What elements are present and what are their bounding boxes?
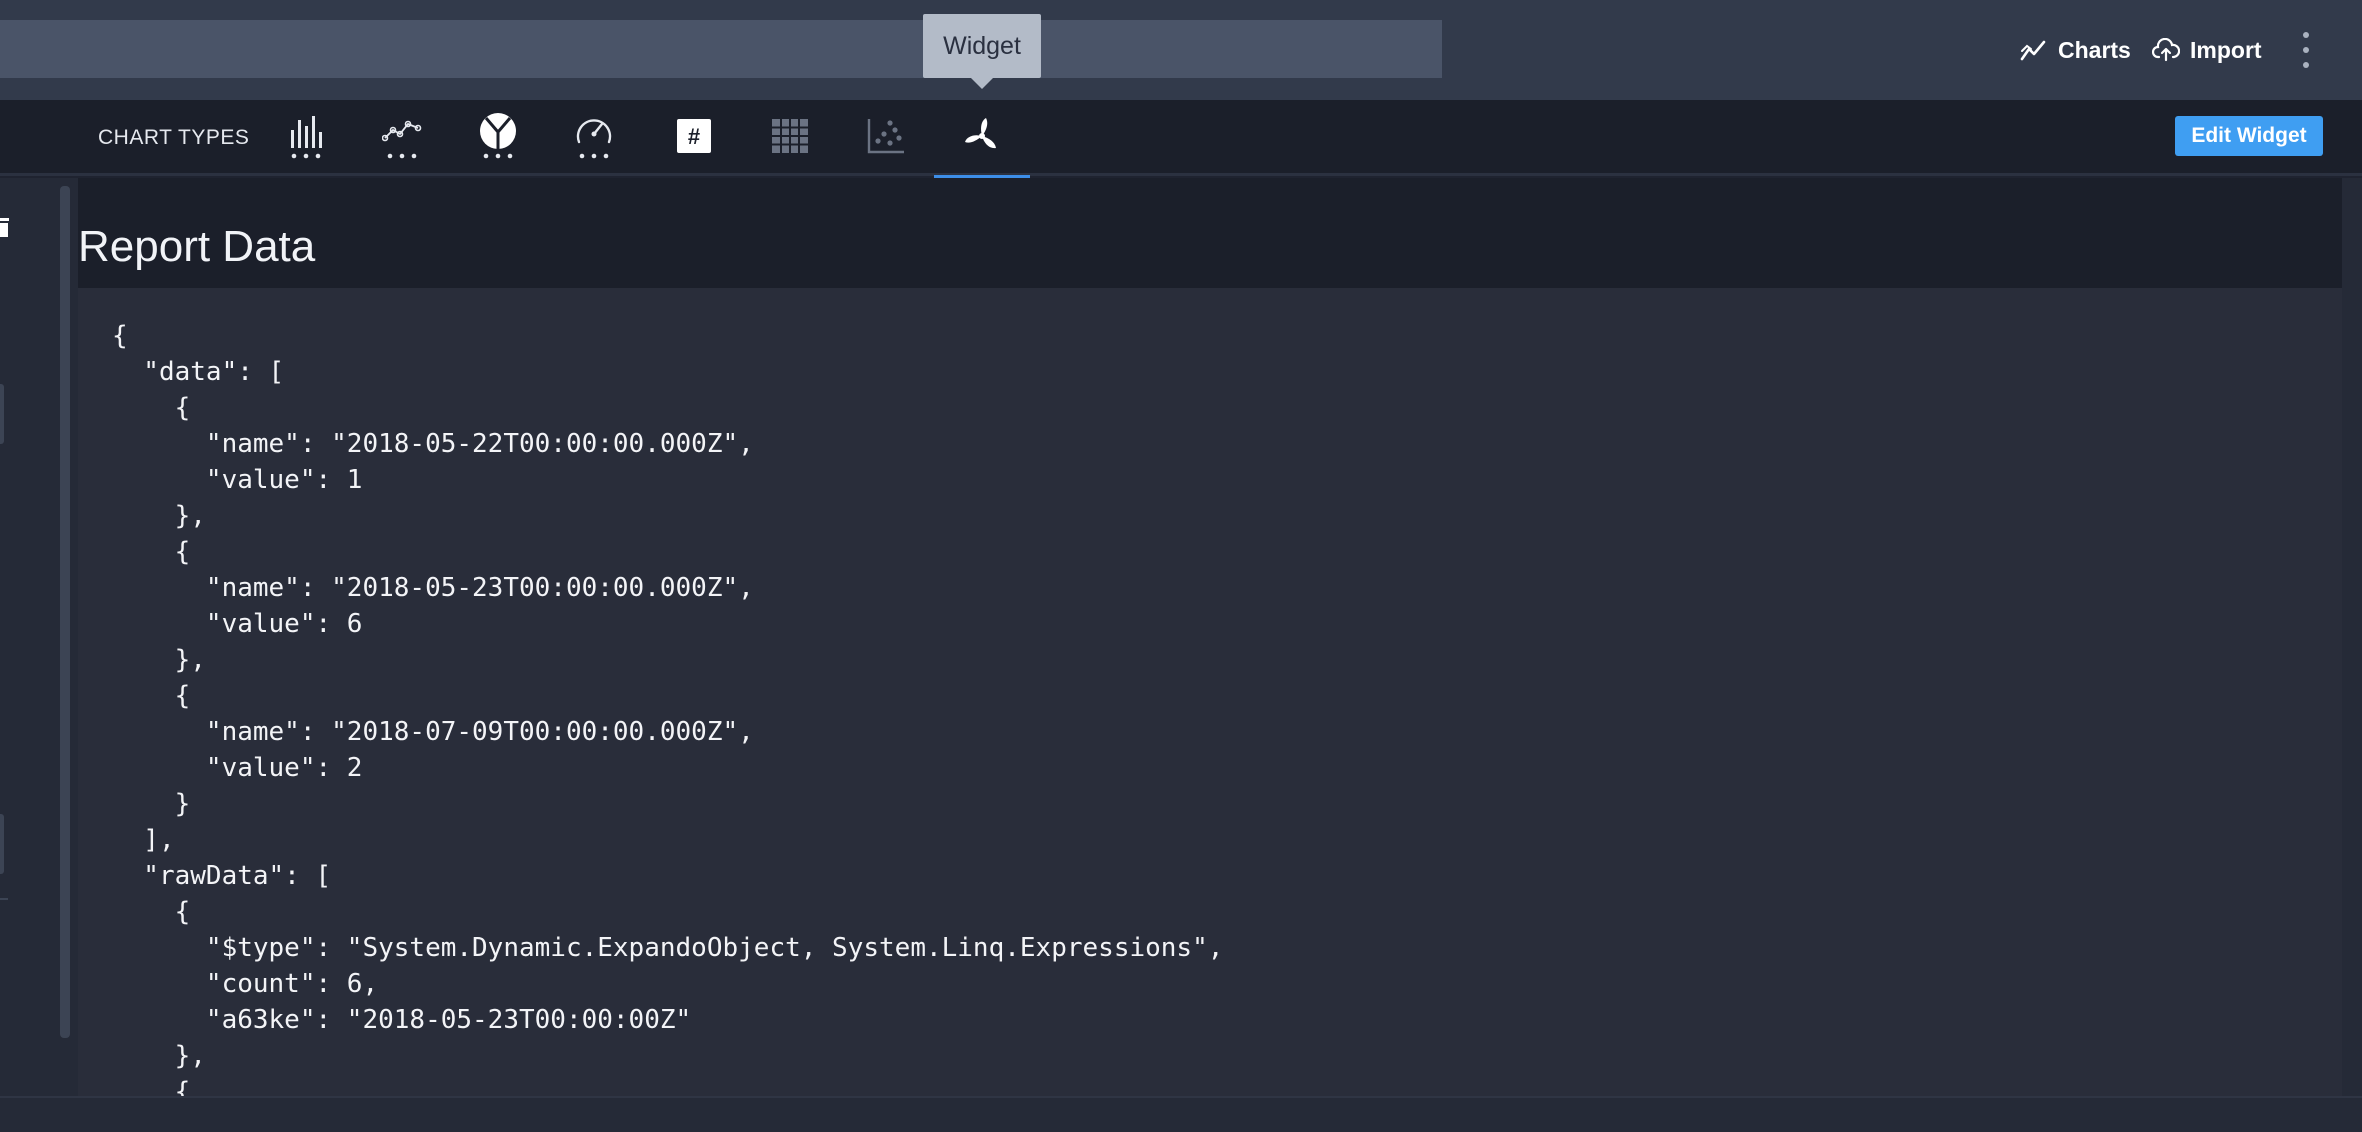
- pie-chart-icon: [478, 112, 518, 165]
- chart-types-toolbar: CHART TYPES #: [0, 100, 2362, 179]
- top-bar: Widget Charts Import: [0, 0, 2362, 100]
- chart-type-pie[interactable]: [450, 100, 546, 176]
- line-chart-icon: [381, 112, 422, 165]
- sidebar-scrollbar[interactable]: [60, 186, 70, 1038]
- svg-text:#: #: [688, 124, 700, 149]
- chart-type-gauge[interactable]: [546, 100, 642, 176]
- edit-widget-button[interactable]: Edit Widget: [2175, 116, 2323, 156]
- charts-button[interactable]: Charts: [2020, 30, 2131, 70]
- hash-icon: #: [676, 118, 712, 159]
- grid-table-icon: [771, 118, 809, 159]
- sidebar-tab-2[interactable]: [0, 814, 4, 874]
- gauge-icon: [574, 112, 614, 165]
- report-content: Report Data { "data": [ { "name": "2018-…: [78, 178, 2342, 1096]
- report-title: Report Data: [78, 222, 316, 271]
- widget-title-input[interactable]: [0, 20, 1442, 78]
- chart-type-bar[interactable]: [258, 100, 354, 176]
- fan-icon: [962, 116, 1002, 161]
- chart-type-widget[interactable]: [934, 100, 1030, 179]
- tooltip-arrow: [970, 77, 994, 89]
- chart-type-number[interactable]: #: [646, 100, 742, 176]
- scatter-icon: [866, 117, 906, 160]
- chart-types-label: CHART TYPES: [98, 126, 250, 149]
- report-json-panel: { "data": [ { "name": "2018-05-22T00:00:…: [78, 288, 2342, 1096]
- trash-icon[interactable]: [0, 216, 12, 245]
- chart-type-line[interactable]: [354, 100, 450, 176]
- line-chart-icon: [2020, 37, 2048, 63]
- cloud-upload-icon: [2152, 38, 2180, 62]
- report-json-code: { "data": [ { "name": "2018-05-22T00:00:…: [112, 321, 1224, 1096]
- bottom-bar: [0, 1096, 2362, 1132]
- chart-type-scatter[interactable]: [838, 100, 934, 176]
- bar-chart-icon: [286, 112, 326, 165]
- sidebar-tab-1[interactable]: [0, 384, 4, 444]
- chart-type-table[interactable]: [742, 100, 838, 176]
- widget-tooltip: Widget: [923, 14, 1041, 78]
- import-label: Import: [2190, 36, 2262, 63]
- import-button[interactable]: Import: [2152, 30, 2262, 70]
- charts-label: Charts: [2058, 36, 2131, 63]
- sidebar-divider: [0, 898, 8, 900]
- more-vertical-icon[interactable]: [2296, 32, 2316, 68]
- right-gutter: [2342, 178, 2362, 1096]
